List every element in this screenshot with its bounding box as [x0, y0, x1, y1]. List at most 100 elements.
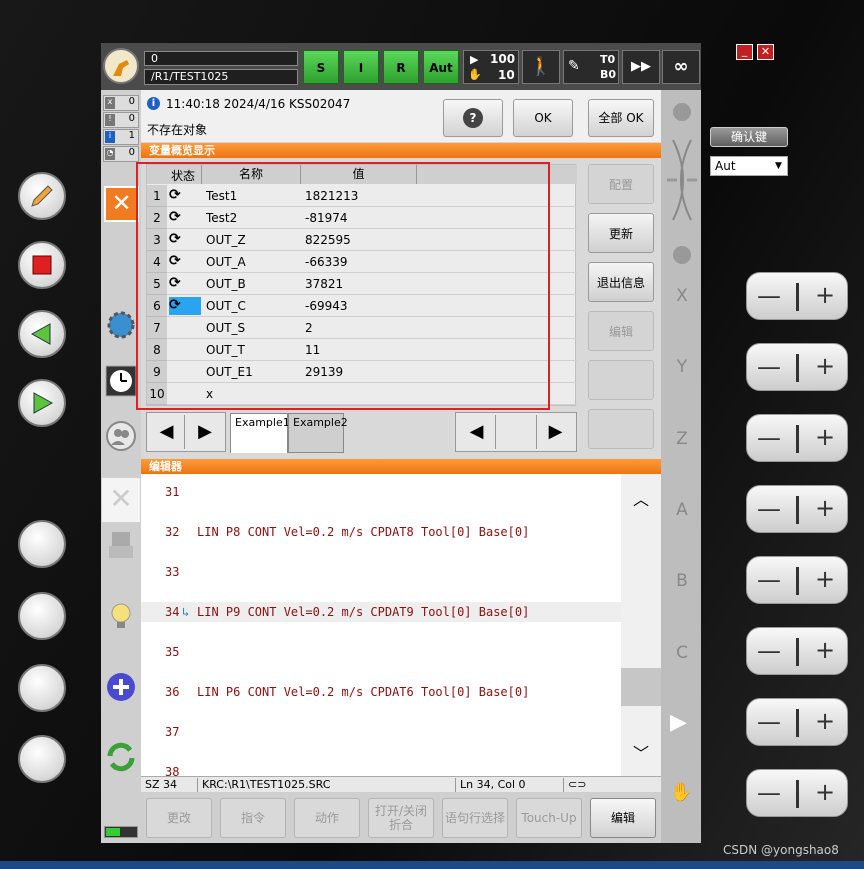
plus-icon[interactable]: +: [815, 566, 835, 592]
plus-icon[interactable]: +: [815, 353, 835, 379]
softkey-2[interactable]: [18, 592, 66, 640]
minus-icon[interactable]: —: [757, 567, 781, 593]
jog-key-6[interactable]: — +: [746, 698, 848, 746]
minus-icon[interactable]: —: [757, 283, 781, 309]
minus-icon[interactable]: —: [757, 780, 781, 806]
minimize-button[interactable]: _: [736, 44, 753, 60]
jog-key-z[interactable]: — +: [746, 414, 848, 462]
jog-key-b[interactable]: — +: [746, 556, 848, 604]
block-selection-button[interactable]: 语句行选择: [442, 798, 508, 838]
scroll-left-button[interactable]: ◀: [458, 415, 496, 449]
code-line[interactable]: 31: [141, 482, 621, 502]
override-button[interactable]: ▶ 100 ✋ 10: [463, 50, 519, 84]
fold-toggle-button[interactable]: 打开/关闭 折合: [368, 798, 434, 838]
plus-icon[interactable]: +: [815, 424, 835, 450]
highlight-box: [136, 162, 550, 410]
refresh-arrows-icon[interactable]: [104, 740, 138, 774]
motion-button[interactable]: 动作: [294, 798, 360, 838]
hand-icon[interactable]: ✋: [670, 782, 692, 803]
main-menu-button[interactable]: [103, 48, 139, 84]
robot-status-button[interactable]: R: [383, 50, 419, 84]
empty-button-5[interactable]: [588, 360, 654, 400]
code-line[interactable]: 38: [141, 762, 621, 776]
empty-button-6[interactable]: [588, 409, 654, 449]
exit-info-button[interactable]: 退出信息: [588, 262, 654, 302]
wait-icon: ◔: [105, 148, 115, 160]
code-text: LIN P6 CONT Vel=0.2 m/s CPDAT6 Tool[0] B…: [197, 685, 530, 699]
close-panel-button[interactable]: ✕: [104, 186, 139, 222]
minus-icon[interactable]: —: [757, 496, 781, 522]
plus-icon[interactable]: +: [815, 637, 835, 663]
plus-icon[interactable]: +: [815, 779, 835, 805]
edit-var-button[interactable]: 编辑: [588, 311, 654, 351]
editor-scrollbar[interactable]: ︿ ﹀: [621, 474, 661, 776]
change-button[interactable]: 更改: [146, 798, 212, 838]
chevron-up-icon[interactable]: ︿: [633, 486, 649, 510]
users-icon[interactable]: [104, 419, 138, 453]
scroll-thumb[interactable]: [621, 668, 661, 706]
bottom-strip: [0, 861, 864, 869]
gear-icon[interactable]: [104, 308, 138, 342]
jog-mode-button[interactable]: 🚶: [522, 50, 560, 84]
lightbulb-icon[interactable]: [104, 599, 138, 633]
drives-status-button[interactable]: I: [343, 50, 379, 84]
robot-icon[interactable]: [104, 528, 138, 562]
message-text: 不存在对象: [147, 123, 208, 137]
ok-button[interactable]: OK: [513, 99, 573, 137]
minus-icon[interactable]: —: [757, 638, 781, 664]
minus-icon[interactable]: —: [757, 709, 781, 735]
plus-icon[interactable]: +: [815, 495, 835, 521]
command-button[interactable]: 指令: [220, 798, 286, 838]
code-editor[interactable]: 31 32 LIN P8 CONT Vel=0.2 m/s CPDAT8 Tool[…: [141, 474, 661, 776]
jog-key-c[interactable]: — +: [746, 627, 848, 675]
touch-up-button[interactable]: Touch-Up: [516, 798, 582, 838]
jog-key-a[interactable]: — +: [746, 485, 848, 533]
code-line[interactable]: 36 LIN P6 CONT Vel=0.2 m/s CPDAT6 Tool[0]…: [141, 682, 621, 702]
softkey-1[interactable]: [18, 520, 66, 568]
tab-example2[interactable]: Example2: [288, 413, 348, 453]
submit-status-button[interactable]: S: [303, 50, 339, 84]
code-line[interactable]: 35: [141, 642, 621, 662]
mode-status-button[interactable]: Aut: [423, 50, 459, 84]
play-icon[interactable]: ▶: [670, 710, 687, 735]
all-ok-button[interactable]: 全部 OK: [588, 99, 654, 137]
jog-key-x[interactable]: — +: [746, 272, 848, 320]
next-row-button[interactable]: ▶: [187, 415, 223, 449]
space-mouse-icon[interactable]: [663, 100, 701, 230]
plus-icon[interactable]: +: [815, 708, 835, 734]
plus-icon[interactable]: [104, 670, 138, 704]
counter-info: i1: [103, 129, 139, 145]
minus-icon[interactable]: —: [757, 425, 781, 451]
config-button[interactable]: 配置: [588, 164, 654, 204]
tool-base-button[interactable]: ✎ T0 B0: [563, 50, 619, 84]
plus-icon[interactable]: +: [815, 282, 835, 308]
edit-button[interactable]: 编辑: [590, 798, 656, 838]
code-line[interactable]: 33: [141, 562, 621, 582]
close-editor-button[interactable]: ✕: [102, 478, 140, 522]
code-line[interactable]: 32 LIN P8 CONT Vel=0.2 m/s CPDAT8 Tool[0]…: [141, 522, 621, 542]
clock-icon[interactable]: [104, 364, 138, 398]
edit-pencil-button[interactable]: [18, 172, 66, 220]
softkey-4[interactable]: [18, 735, 66, 783]
softkey-3[interactable]: [18, 664, 66, 712]
stop-button[interactable]: [18, 241, 66, 289]
program-run-mode-button[interactable]: ▶▶: [622, 50, 660, 84]
minus-icon[interactable]: —: [757, 354, 781, 380]
tab-example1[interactable]: Example1: [230, 413, 290, 453]
jog-key-y[interactable]: — +: [746, 343, 848, 391]
code-line[interactable]: 37: [141, 722, 621, 742]
jog-key-7[interactable]: — +: [746, 769, 848, 817]
mode-select[interactable]: Aut ▼: [710, 156, 788, 176]
update-button[interactable]: 更新: [588, 213, 654, 253]
close-window-button[interactable]: ✕: [757, 44, 774, 60]
confirm-key-button[interactable]: 确认键: [710, 127, 788, 147]
help-button[interactable]: ?: [443, 99, 503, 137]
chevron-down-icon[interactable]: ﹀: [633, 740, 649, 764]
start-forward-button[interactable]: [18, 379, 66, 427]
start-backward-button[interactable]: [18, 310, 66, 358]
chevron-down-icon: ▼: [775, 161, 782, 171]
code-line[interactable]: 34 ↳ LIN P9 CONT Vel=0.2 m/s CPDAT9 Tool[0…: [141, 602, 621, 622]
increment-button[interactable]: ∞: [662, 50, 700, 84]
prev-row-button[interactable]: ◀: [149, 415, 185, 449]
scroll-right-button[interactable]: ▶: [536, 415, 574, 449]
